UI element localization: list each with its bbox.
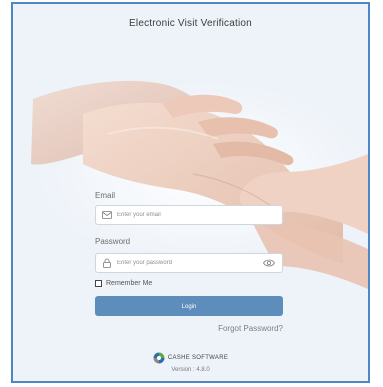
app-title: Electronic Visit Verification <box>129 18 252 29</box>
email-label: Email <box>95 191 116 200</box>
email-field[interactable] <box>95 205 283 225</box>
version-label: Version : 4.8.0 <box>171 367 210 373</box>
email-input[interactable] <box>117 208 267 222</box>
password-field[interactable] <box>95 253 283 273</box>
hands-illustration <box>31 79 368 289</box>
brand-name: CASHE SOFTWARE <box>167 355 229 361</box>
checkbox-box[interactable] <box>95 280 102 287</box>
remember-me-checkbox[interactable]: Remember Me <box>95 280 152 287</box>
remember-me-label: Remember Me <box>106 280 153 287</box>
cashe-logo-icon <box>153 352 165 364</box>
password-label: Password <box>95 237 131 246</box>
login-button[interactable]: Login <box>95 296 283 316</box>
password-input[interactable] <box>117 256 267 270</box>
forgot-password-link[interactable]: Forgot Password? <box>211 324 283 333</box>
lock-icon <box>103 258 111 268</box>
login-screen: Electronic Visit Verification Email Pass… <box>0 0 383 387</box>
eye-icon[interactable] <box>263 258 275 268</box>
brand: CASHE SOFTWARE <box>13 352 368 364</box>
login-panel: Electronic Visit Verification Email Pass… <box>13 4 368 381</box>
envelope-icon <box>102 211 112 219</box>
